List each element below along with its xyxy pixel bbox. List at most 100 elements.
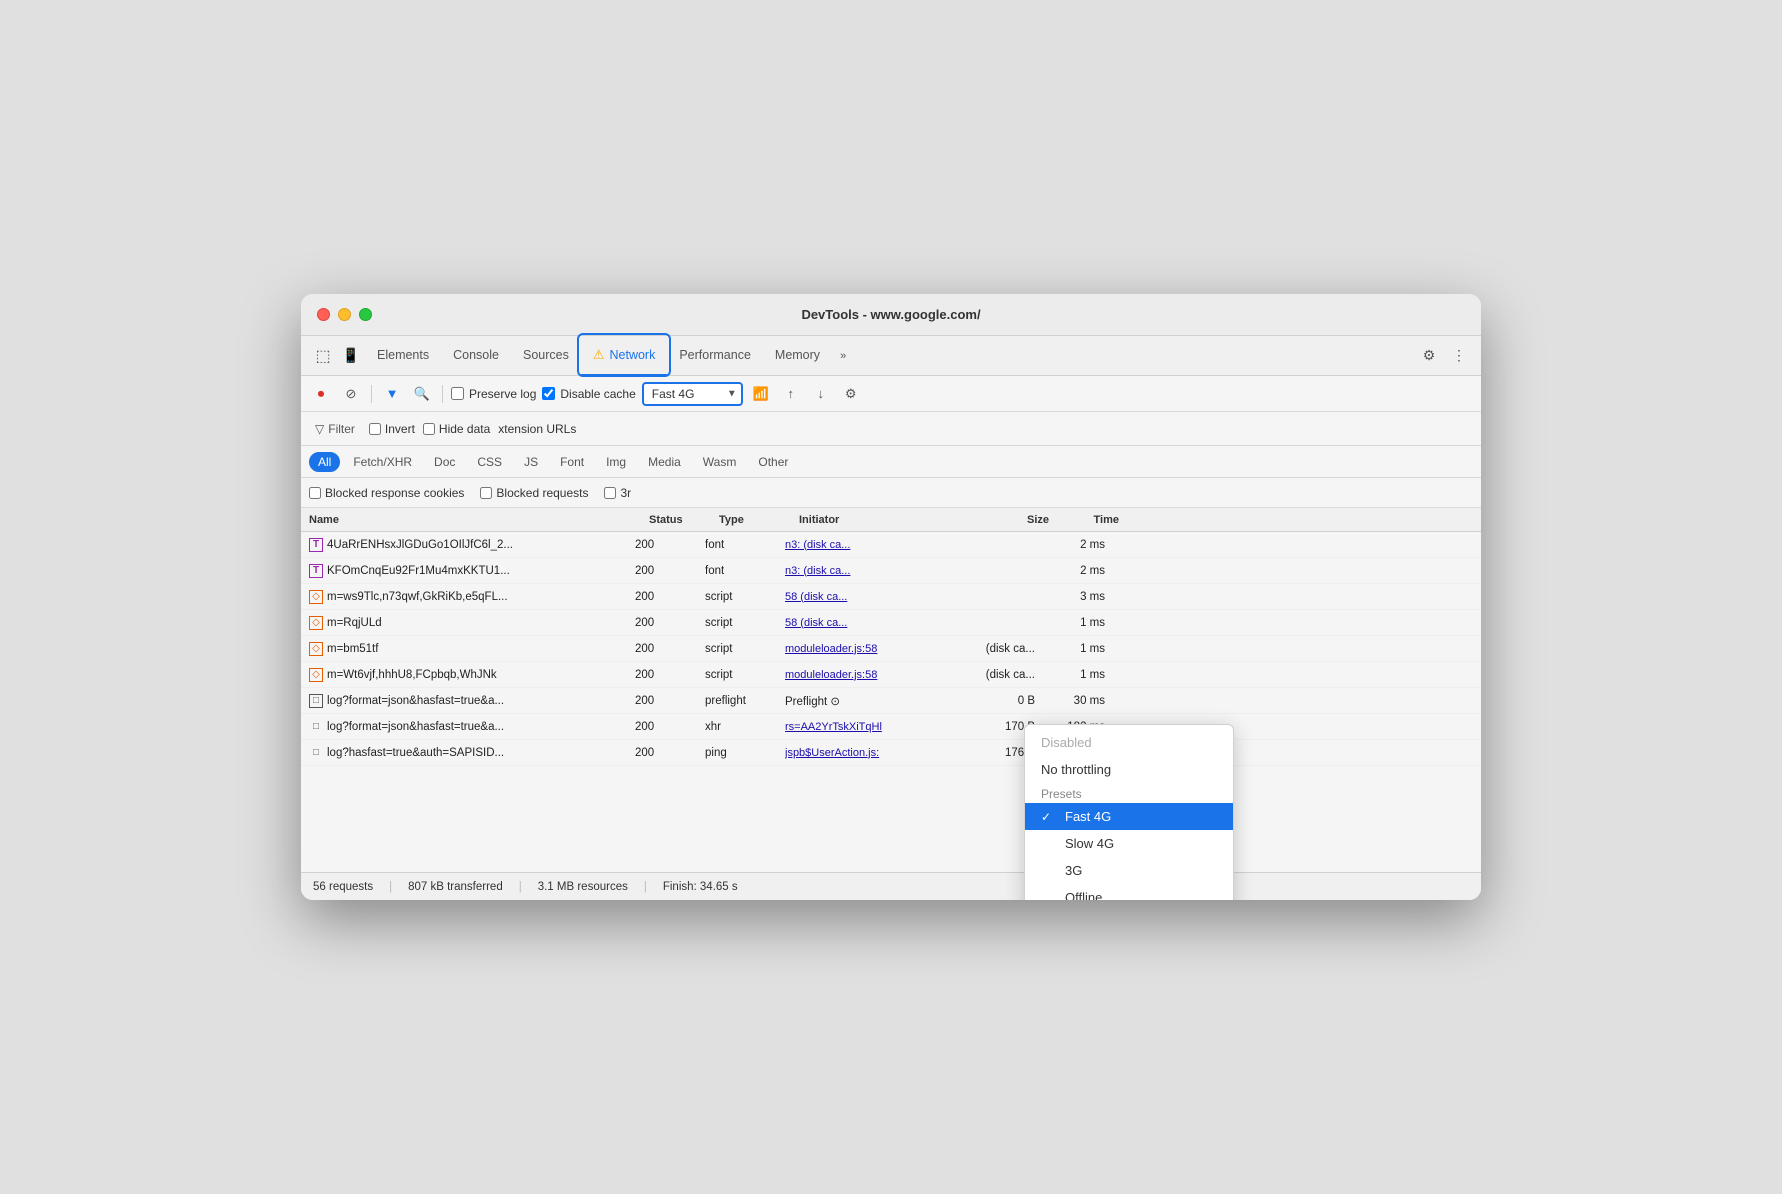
download-icon[interactable]: ↓	[809, 382, 833, 406]
filter-funnel-icon: ▽	[315, 422, 324, 436]
blocked-cookies-label[interactable]: Blocked response cookies	[309, 486, 464, 500]
table-row[interactable]: T 4UaRrENHsxJlGDuGo1OIlJfC6l_2... 200 fo…	[301, 532, 1481, 558]
wifi-icon[interactable]: 📶	[749, 382, 773, 406]
blocked-cookies-checkbox[interactable]	[309, 487, 321, 499]
type-filter-font[interactable]: Font	[551, 452, 593, 472]
tab-network[interactable]: ⚠ Network	[581, 336, 668, 376]
type-filter-other[interactable]: Other	[749, 452, 797, 472]
clear-button[interactable]: ⊘	[339, 382, 363, 406]
row-type-1: font	[705, 565, 785, 577]
minimize-button[interactable]	[338, 308, 351, 321]
font-type-icon: T	[309, 564, 323, 578]
table-row[interactable]: ◇ m=bm51tf 200 script moduleloader.js:58…	[301, 636, 1481, 662]
warning-icon: ⚠	[593, 347, 605, 363]
script-type-icon: ◇	[309, 616, 323, 630]
type-filter-wasm[interactable]: Wasm	[694, 452, 746, 472]
row-time-3: 1 ms	[1035, 617, 1105, 629]
type-filter-css[interactable]: CSS	[468, 452, 511, 472]
col-header-status[interactable]: Status	[649, 514, 719, 526]
type-filters-bar: All Fetch/XHR Doc CSS JS Font Img Media …	[301, 446, 1481, 478]
network-settings-icon[interactable]: ⚙	[839, 382, 863, 406]
tab-elements[interactable]: Elements	[365, 336, 441, 376]
tab-memory[interactable]: Memory	[763, 336, 832, 376]
dropdown-item-offline[interactable]: Offline	[1025, 884, 1233, 900]
table-body: T 4UaRrENHsxJlGDuGo1OIlJfC6l_2... 200 fo…	[301, 532, 1481, 872]
row-status-6: 200	[635, 695, 705, 707]
type-filter-media[interactable]: Media	[639, 452, 690, 472]
table-row[interactable]: T KFOmCnqEu92Fr1Mu4mxKKTU1... 200 font n…	[301, 558, 1481, 584]
row-status-2: 200	[635, 591, 705, 603]
table-row[interactable]: □ log?format=json&hasfast=true&a... 200 …	[301, 688, 1481, 714]
third-party-checkbox[interactable]	[604, 487, 616, 499]
row-time-0: 2 ms	[1035, 539, 1105, 551]
tab-performance[interactable]: Performance	[667, 336, 763, 376]
search-icon[interactable]: 🔍	[410, 382, 434, 406]
col-header-size[interactable]: Size	[959, 514, 1049, 526]
device-icon[interactable]: 📱	[337, 342, 365, 370]
xhr-type-icon: □	[309, 720, 323, 734]
type-filter-fetch-xhr[interactable]: Fetch/XHR	[344, 452, 421, 472]
preserve-log-label[interactable]: Preserve log	[451, 387, 536, 401]
table-row[interactable]: ◇ m=RqjULd 200 script 58 (disk ca... 1 m…	[301, 610, 1481, 636]
col-header-initiator[interactable]: Initiator	[799, 514, 959, 526]
third-party-label[interactable]: 3r	[604, 486, 631, 500]
table-row[interactable]: □ log?format=json&hasfast=true&a... 200 …	[301, 714, 1481, 740]
preflight-type-icon: □	[309, 694, 323, 708]
inspect-icon[interactable]: ⬚	[309, 342, 337, 370]
table-row[interactable]: ◇ m=ws9Tlc,n73qwf,GkRiKb,e5qFL... 200 sc…	[301, 584, 1481, 610]
tab-console[interactable]: Console	[441, 336, 511, 376]
blocked-requests-checkbox[interactable]	[480, 487, 492, 499]
close-button[interactable]	[317, 308, 330, 321]
preserve-log-checkbox[interactable]	[451, 387, 464, 400]
row-initiator-2: 58 (disk ca...	[785, 591, 945, 603]
type-filter-js[interactable]: JS	[515, 452, 547, 472]
col-header-time[interactable]: Time	[1049, 514, 1119, 526]
window-title: DevTools - www.google.com/	[801, 307, 980, 322]
table-row[interactable]: ◇ m=Wt6vjf,hhhU8,FCpbqb,WhJNk 200 script…	[301, 662, 1481, 688]
col-header-type[interactable]: Type	[719, 514, 799, 526]
checkmark-icon: ✓	[1041, 810, 1057, 824]
row-initiator-8: jspb$UserAction.js:	[785, 747, 945, 759]
tab-sources[interactable]: Sources	[511, 336, 581, 376]
row-initiator-4: moduleloader.js:58	[785, 643, 945, 655]
disable-cache-checkbox[interactable]	[542, 387, 555, 400]
type-filter-img[interactable]: Img	[597, 452, 635, 472]
col-header-name[interactable]: Name	[309, 514, 649, 526]
filter-icon[interactable]: ▼	[380, 382, 404, 406]
hide-data-checkbox[interactable]	[423, 423, 435, 435]
toolbar-separator-1	[371, 385, 372, 403]
upload-icon[interactable]: ↑	[779, 382, 803, 406]
maximize-button[interactable]	[359, 308, 372, 321]
settings-icon[interactable]: ⚙	[1415, 342, 1443, 370]
status-requests: 56 requests	[313, 881, 373, 893]
row-size-8: 176 B	[945, 747, 1035, 759]
row-status-3: 200	[635, 617, 705, 629]
row-name-1: T KFOmCnqEu92Fr1Mu4mxKKTU1...	[309, 564, 635, 578]
extension-urls-label: xtension URLs	[498, 422, 576, 436]
more-tabs-button[interactable]: »	[832, 350, 854, 362]
blocked-requests-label[interactable]: Blocked requests	[480, 486, 588, 500]
row-time-4: 1 ms	[1035, 643, 1105, 655]
dropdown-item-3g[interactable]: 3G	[1025, 857, 1233, 884]
row-name-5: ◇ m=Wt6vjf,hhhU8,FCpbqb,WhJNk	[309, 668, 635, 682]
invert-label[interactable]: Invert	[369, 422, 415, 436]
traffic-lights	[317, 308, 372, 321]
filter-button[interactable]: ▽ Filter	[309, 420, 361, 438]
row-time-1: 2 ms	[1035, 565, 1105, 577]
dropdown-item-no-throttling[interactable]: No throttling	[1025, 756, 1233, 783]
table-row[interactable]: □ log?hasfast=true&auth=SAPISID... 200 p…	[301, 740, 1481, 766]
type-filter-all[interactable]: All	[309, 452, 340, 472]
dropdown-item-fast4g[interactable]: ✓ Fast 4G	[1025, 803, 1233, 830]
disable-cache-label[interactable]: Disable cache	[542, 387, 635, 401]
throttle-select-wrapper[interactable]: Fast 4G No throttling Slow 4G 3G Offline…	[642, 382, 743, 406]
row-name-0: T 4UaRrENHsxJlGDuGo1OIlJfC6l_2...	[309, 538, 635, 552]
record-button[interactable]: ⏺	[309, 382, 333, 406]
hide-data-label[interactable]: Hide data	[423, 422, 490, 436]
invert-checkbox[interactable]	[369, 423, 381, 435]
type-filter-doc[interactable]: Doc	[425, 452, 464, 472]
devtools-menu-icon[interactable]: ⋮	[1445, 342, 1473, 370]
dropdown-item-slow4g[interactable]: Slow 4G	[1025, 830, 1233, 857]
script-type-icon: ◇	[309, 642, 323, 656]
throttle-select[interactable]: Fast 4G No throttling Slow 4G 3G Offline	[642, 382, 743, 406]
row-initiator-6: Preflight ⊙	[785, 694, 945, 708]
